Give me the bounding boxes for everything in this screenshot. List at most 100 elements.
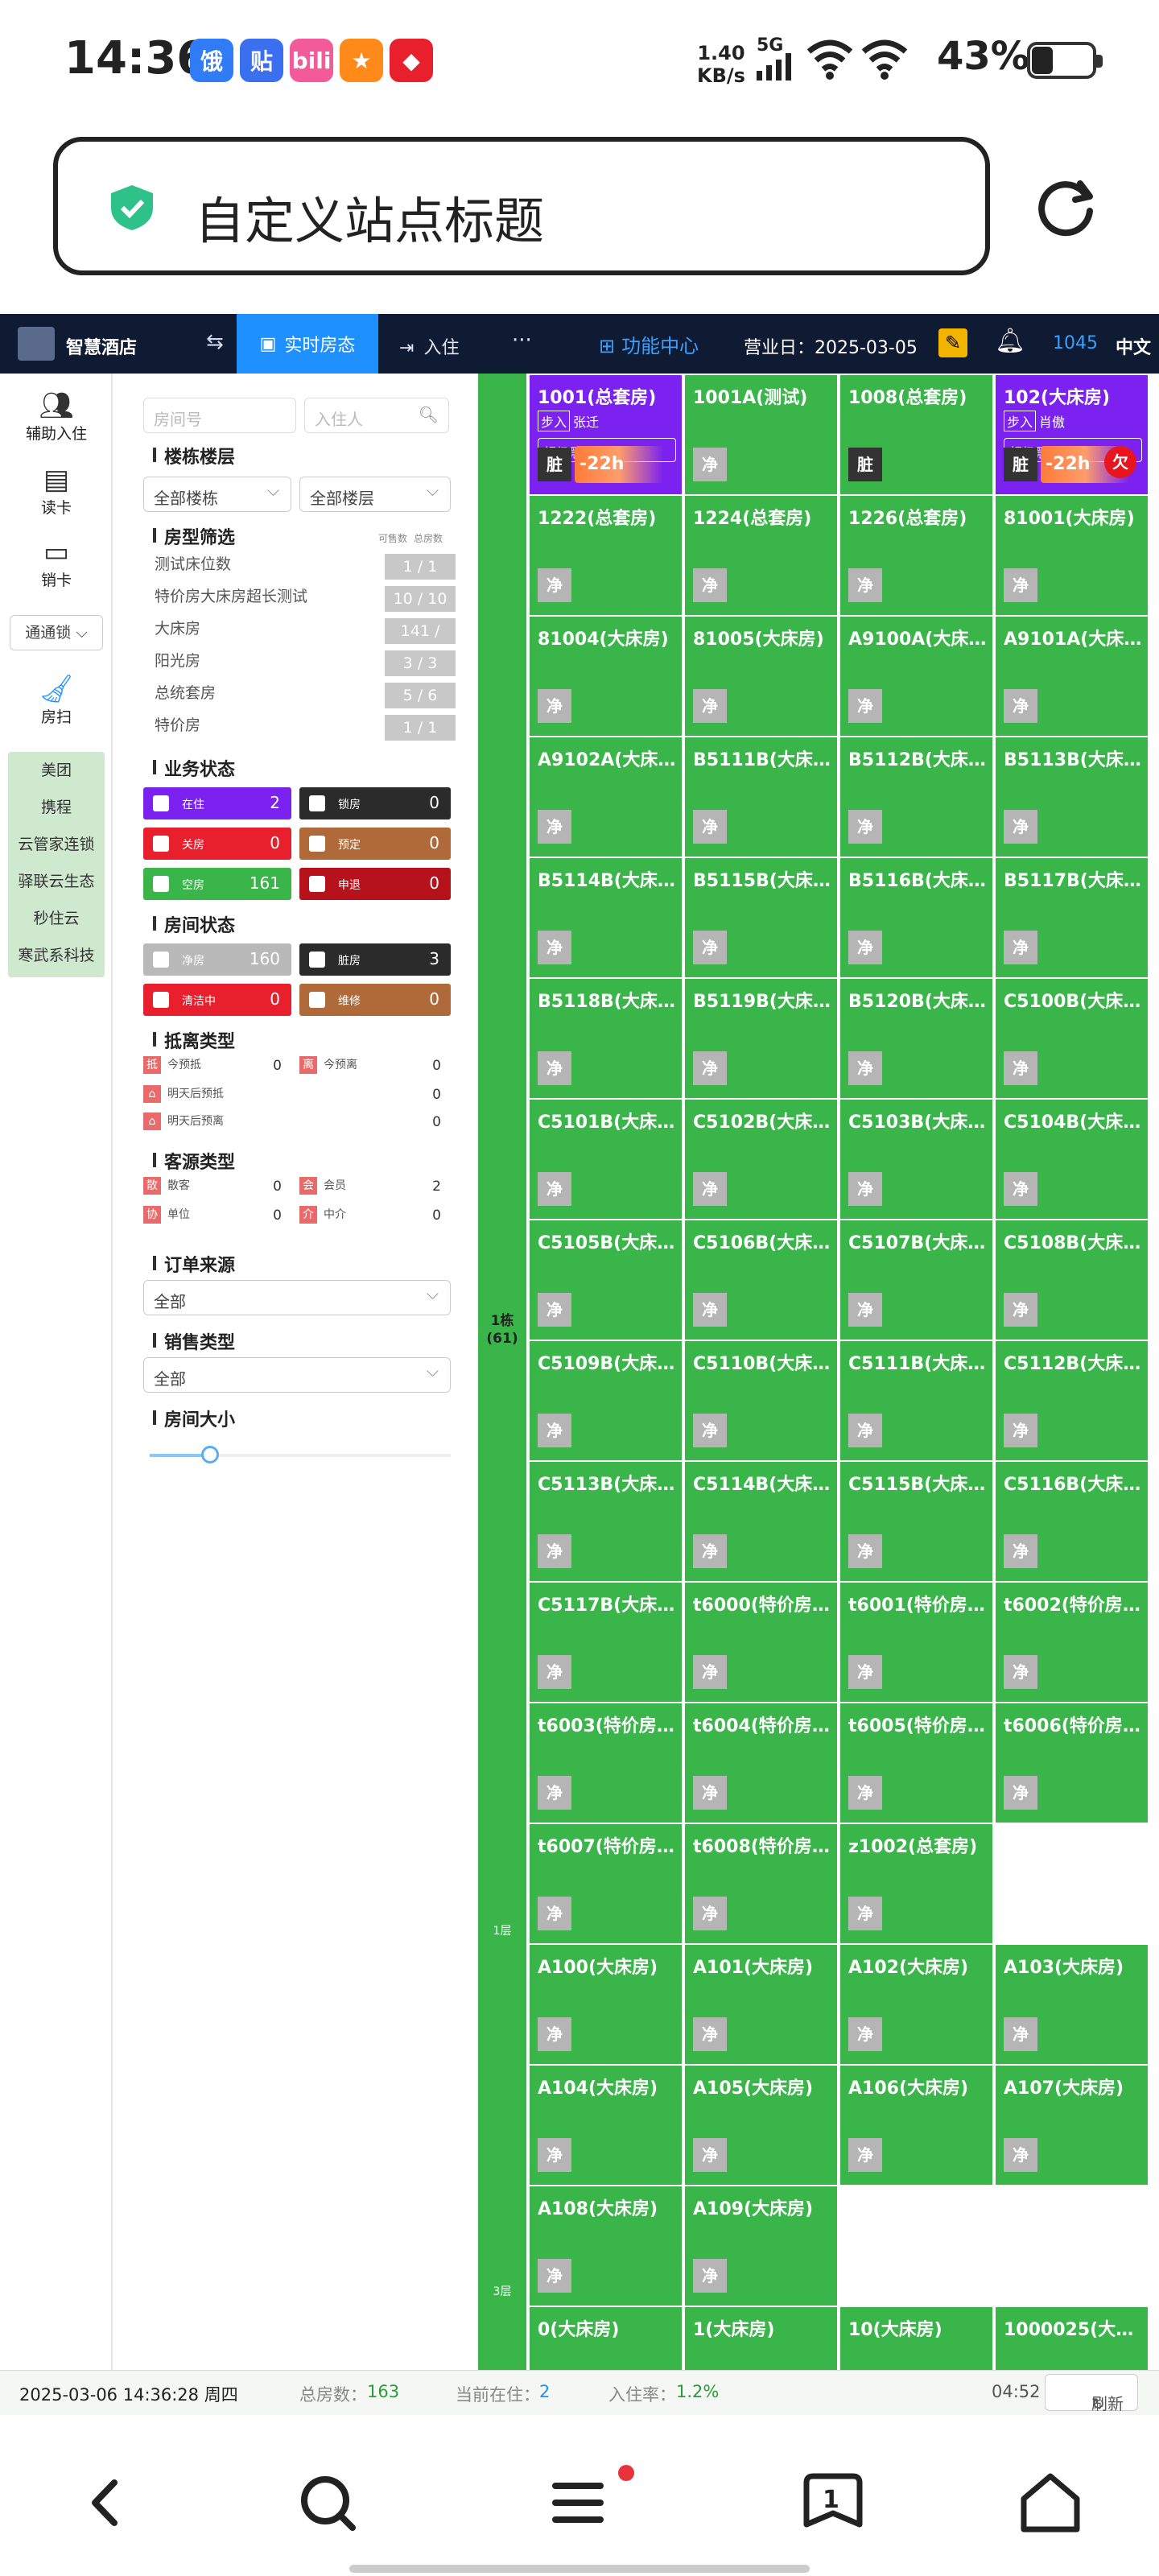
more-tabs-button[interactable]: ···: [512, 328, 532, 353]
room-card[interactable]: C5113B(大床房) 净: [530, 1462, 682, 1581]
room-card[interactable]: t6002(特价房大床房超长测试) 净: [996, 1583, 1148, 1702]
room-card[interactable]: 81001(大床房) 净: [996, 496, 1148, 615]
room-card[interactable]: B5111B(大床房) 净: [685, 737, 837, 857]
room-card[interactable]: 81004(大床房) 净: [530, 617, 682, 736]
floor-select[interactable]: 全部楼层: [299, 477, 451, 512]
room-card[interactable]: 1008(总套房) 脏: [840, 375, 992, 494]
function-center-button[interactable]: ⊞ 功能中心: [599, 330, 699, 358]
room-card[interactable]: C5111B(大床房) 净: [840, 1341, 992, 1460]
room-card[interactable]: C5102B(大床房) 净: [685, 1100, 837, 1219]
sidebar-item-read-card[interactable]: ▤ 读卡: [0, 464, 113, 518]
roomstatus-filter[interactable]: 净房 160: [143, 943, 291, 976]
room-card[interactable]: A103(大床房) 净: [996, 1945, 1148, 2064]
room-card[interactable]: t6008(特价房大床房超长测试) 净: [685, 1824, 837, 1943]
room-card[interactable]: C5106B(大床房) 净: [685, 1220, 837, 1340]
arrive-row[interactable]: ⌂ 明天后预离 0: [143, 1113, 451, 1130]
tab-checkin[interactable]: ⇥ 入住: [399, 333, 459, 359]
room-card[interactable]: C5107B(大床房) 净: [840, 1220, 992, 1340]
room-card[interactable]: 1001(总套房)步入张迁超级黑钻会员-22h脏: [530, 375, 682, 494]
roomstatus-filter[interactable]: 清洁中 0: [143, 984, 291, 1016]
roomstatus-filter[interactable]: 脏房 3: [299, 943, 451, 976]
room-type-row[interactable]: 大床房 141 / 142: [155, 617, 456, 666]
room-card[interactable]: C5117B(大床房) 净: [530, 1583, 682, 1702]
room-card[interactable]: B5113B(大床房) 净: [996, 737, 1148, 857]
room-type-row[interactable]: 测试床位数 1 / 1: [155, 552, 456, 581]
sidebar-channel-item[interactable]: 秒住云: [8, 900, 105, 937]
room-card[interactable]: 10(大床房): [840, 2307, 992, 2370]
arrive-row[interactable]: ⌂ 明天后预抵 0: [143, 1085, 451, 1103]
room-card[interactable]: A101(大床房) 净: [685, 1945, 837, 2064]
room-card[interactable]: 1001A(测试) 净: [685, 375, 837, 494]
room-card[interactable]: t6001(特价房大床房超长测试) 净: [840, 1583, 992, 1702]
room-card[interactable]: C5103B(大床房) 净: [840, 1100, 992, 1219]
room-card[interactable]: A102(大床房) 净: [840, 1945, 992, 2064]
room-card[interactable]: C5105B(大床房) 净: [530, 1220, 682, 1340]
room-card[interactable]: A9101A(大床房) 净: [996, 617, 1148, 736]
lock-select[interactable]: 通通锁 ⌵: [10, 615, 103, 650]
checkbox[interactable]: [153, 952, 169, 968]
room-card[interactable]: 1222(总套房) 净: [530, 496, 682, 615]
sidebar-channel-item[interactable]: 携程: [8, 789, 105, 826]
checkbox[interactable]: [309, 876, 325, 892]
bell-icon[interactable]: 🔔︎: [995, 327, 1025, 355]
checkbox[interactable]: [153, 795, 169, 811]
room-card[interactable]: 1224(总套房) 净: [685, 496, 837, 615]
business-filter[interactable]: 预定 0: [299, 828, 451, 860]
room-card[interactable]: 102(大床房)步入肖傲超级黑钻会员-22h欠脏: [996, 375, 1148, 494]
home-icon[interactable]: [1014, 2467, 1087, 2539]
business-filter[interactable]: 关房 0: [143, 828, 291, 860]
room-card[interactable]: C5109B(大床房) 净: [530, 1341, 682, 1460]
room-card[interactable]: A104(大床房) 净: [530, 2066, 682, 2185]
room-card[interactable]: A107(大床房) 净: [996, 2066, 1148, 2185]
room-card[interactable]: C5108B(大床房) 净: [996, 1220, 1148, 1340]
room-card[interactable]: B5115B(大床房) 净: [685, 858, 837, 977]
room-card[interactable]: A108(大床房) 净: [530, 2186, 682, 2306]
swap-icon[interactable]: ⇆: [206, 330, 224, 354]
sidebar-channel-item[interactable]: 云管家连锁: [8, 826, 105, 863]
business-filter[interactable]: 空房 161: [143, 868, 291, 900]
sales-type-select[interactable]: 全部: [143, 1357, 451, 1393]
sidebar-item-room-sweep[interactable]: 🧹︎ 房扫: [0, 673, 113, 727]
edit-icon[interactable]: ✎: [938, 328, 967, 357]
room-card[interactable]: A105(大床房) 净: [685, 2066, 837, 2185]
sidebar-item-cancel-card[interactable]: ▭ 销卡: [0, 536, 113, 590]
room-card[interactable]: A106(大床房) 净: [840, 2066, 992, 2185]
room-card[interactable]: B5116B(大床房) 净: [840, 858, 992, 977]
tab-realtime-status[interactable]: ▣ 实时房态: [237, 314, 378, 374]
room-type-row[interactable]: 特价房大床房超长测试 10 / 10: [155, 584, 456, 613]
refresh-button[interactable]: 刷新 ↻: [1045, 2374, 1138, 2413]
search-icon[interactable]: 🔍︎: [419, 405, 439, 424]
source-row[interactable]: 介中介 0: [299, 1206, 451, 1224]
room-card[interactable]: B5118B(大床房) 净: [530, 979, 682, 1098]
room-card[interactable]: B5119B(大床房) 净: [685, 979, 837, 1098]
room-card[interactable]: A9100A(大床房) 净: [840, 617, 992, 736]
room-card[interactable]: B5117B(大床房) 净: [996, 858, 1148, 977]
room-card[interactable]: t6005(特价房大床房超长测试) 净: [840, 1703, 992, 1823]
room-card[interactable]: C5104B(大床房) 净: [996, 1100, 1148, 1219]
checkbox[interactable]: [309, 952, 325, 968]
room-card[interactable]: t6004(特价房大床房超长测试) 净: [685, 1703, 837, 1823]
sidebar-item-assist-checkin[interactable]: 👥︎ 辅助入住: [0, 390, 113, 444]
room-card[interactable]: A9102A(大床房) 净: [530, 737, 682, 857]
room-type-row[interactable]: 阳光房 3 / 3: [155, 649, 456, 678]
room-card[interactable]: C5110B(大床房) 净: [685, 1341, 837, 1460]
roomstatus-filter[interactable]: 维修 0: [299, 984, 451, 1016]
menu-icon[interactable]: [544, 2467, 617, 2539]
room-card[interactable]: z1002(总套房) 净: [840, 1824, 992, 1943]
address-bar[interactable]: 自定义站点标题: [53, 137, 990, 275]
search-nav-icon[interactable]: [291, 2467, 364, 2539]
back-icon[interactable]: [71, 2467, 143, 2539]
room-card[interactable]: C5101B(大床房) 净: [530, 1100, 682, 1219]
checkbox[interactable]: [309, 795, 325, 811]
checkbox[interactable]: [309, 992, 325, 1008]
room-card[interactable]: t6007(特价房大床房超长测试) 净: [530, 1824, 682, 1943]
source-row[interactable]: 散散客 0: [143, 1177, 291, 1195]
room-card[interactable]: t6006(特价房大床房超长测试) 净: [996, 1703, 1148, 1823]
source-row[interactable]: 会会员 2: [299, 1177, 451, 1195]
room-type-row[interactable]: 总统套房 5 / 6: [155, 681, 456, 710]
sidebar-channel-item[interactable]: 驿联云生态: [8, 863, 105, 900]
room-card[interactable]: t6000(特价房大床房超长测试) 净: [685, 1583, 837, 1702]
room-card[interactable]: C5115B(大床房) 净: [840, 1462, 992, 1581]
header-count[interactable]: 1045: [1053, 333, 1098, 353]
room-card[interactable]: 1(大床房): [685, 2307, 837, 2370]
